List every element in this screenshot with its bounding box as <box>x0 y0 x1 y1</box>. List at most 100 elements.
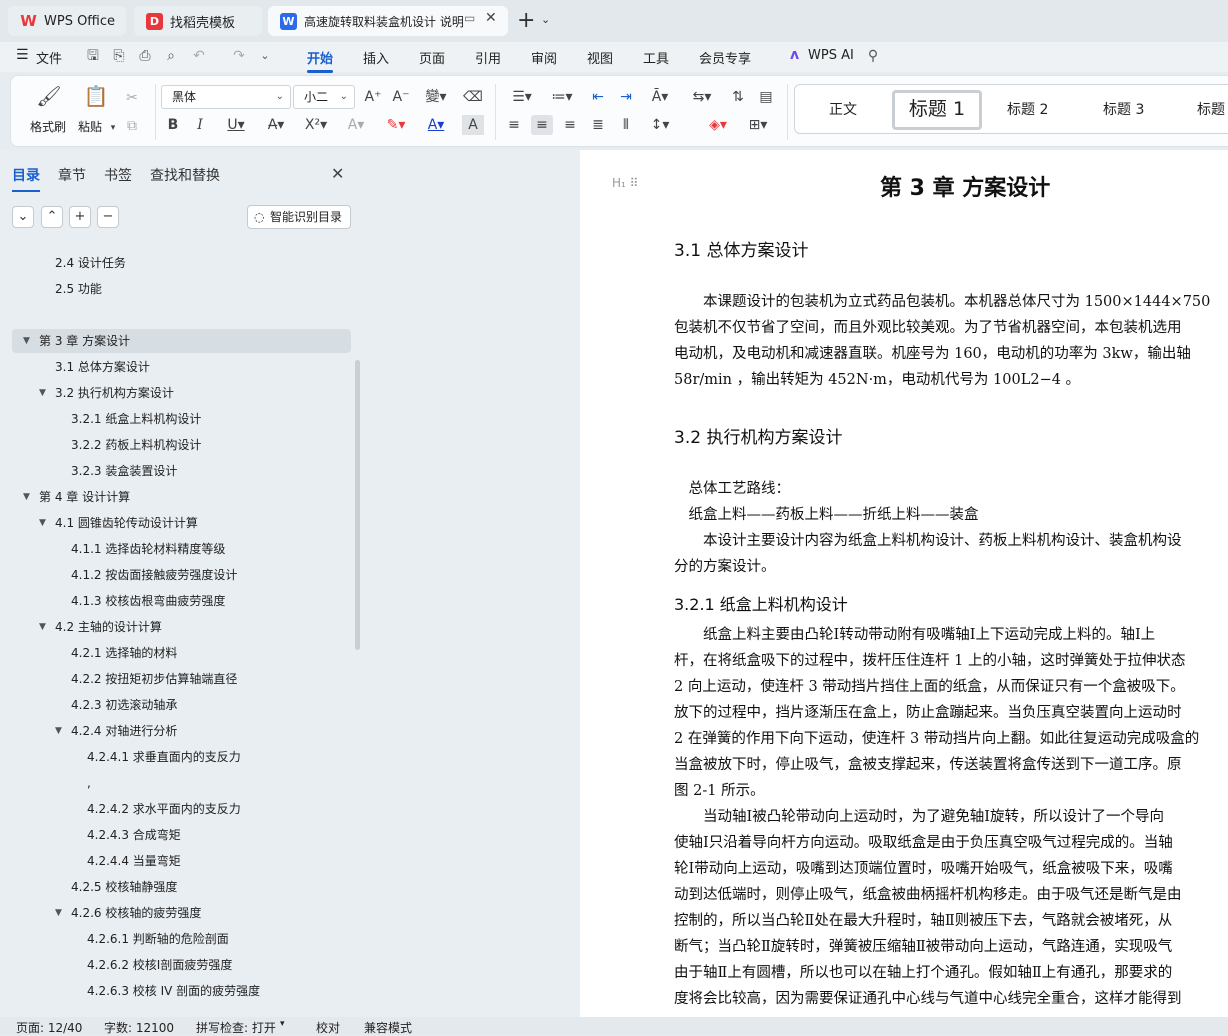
expand-arrow-icon[interactable]: ▼ <box>23 486 30 508</box>
nav-tab-find-replace[interactable]: 查找和替换 <box>150 165 220 185</box>
toc-item[interactable]: 4.1.3 校核齿根弯曲疲劳强度 <box>71 590 225 612</box>
toc-item[interactable]: ▼ 第 3 章 方案设计 <box>23 330 130 352</box>
remove-heading-icon[interactable]: − <box>97 206 119 228</box>
menu-member[interactable]: 会员专享 <box>699 48 751 67</box>
style-heading-2[interactable]: 标题 2 <box>1007 99 1048 119</box>
format-painter-button[interactable]: 格式刷 <box>30 118 66 135</box>
add-heading-icon[interactable]: + <box>69 206 91 228</box>
font-color-icon[interactable]: A▾ <box>421 115 451 135</box>
toc-item[interactable]: 2.5 功能 <box>55 278 102 300</box>
underline-icon[interactable]: U▾ <box>221 115 251 135</box>
font-family-select[interactable]: 黑体 ⌄ <box>161 85 291 109</box>
redo-icon[interactable]: ↷ <box>230 47 248 65</box>
smart-toc-button[interactable]: ◌ 智能识别目录 <box>247 205 351 229</box>
nav-tab-bookmarks[interactable]: 书签 <box>104 165 132 185</box>
italic-icon[interactable]: I <box>189 115 211 135</box>
expand-arrow-icon[interactable]: ▼ <box>39 382 46 404</box>
paste-chevron-icon[interactable]: ▾ <box>107 118 119 138</box>
nav-tab-toc[interactable]: 目录 <box>12 165 40 192</box>
search-icon[interactable]: ⚲ <box>864 47 882 65</box>
toc-item[interactable]: 3.2.1 纸盒上料机构设计 <box>71 408 201 430</box>
toc-item[interactable]: ▼ 4.2.4 对轴进行分析 <box>55 720 177 742</box>
toc-item[interactable]: 4.2.6.3 校核 IV 剖面的疲劳强度 <box>87 980 260 1002</box>
toc-item[interactable]: 2.4 设计任务 <box>55 252 126 274</box>
toc-item[interactable]: 4.2.6.1 判断轴的危险剖面 <box>87 928 229 950</box>
paste-icon[interactable]: 📋 <box>83 86 109 112</box>
toc-item[interactable]: ▼ 4.2.6 校核轴的疲劳强度 <box>55 902 201 924</box>
print-preview-icon[interactable]: ⌕ <box>162 47 180 65</box>
expand-arrow-icon[interactable]: ▼ <box>39 512 46 534</box>
undo-icon[interactable]: ↶ <box>190 47 208 65</box>
toc-item[interactable]: 4.2.1 选择轴的材料 <box>71 642 177 664</box>
text-direction-icon[interactable]: Ā▾ <box>645 87 675 107</box>
new-tab-icon[interactable]: + <box>517 8 535 33</box>
export-icon[interactable]: ⎘ <box>110 47 128 65</box>
tab-document[interactable]: W 高速旋转取料装盒机设计 说明 ▭ ✕ <box>268 6 508 36</box>
superscript-icon[interactable]: X²▾ <box>301 115 331 135</box>
char-shading-icon[interactable]: A <box>462 115 484 135</box>
style-normal[interactable]: 正文 <box>829 99 857 119</box>
toc-item[interactable]: 4.1.1 选择齿轮材料精度等级 <box>71 538 225 560</box>
cut-icon[interactable]: ✂ <box>121 88 143 108</box>
close-tab-icon[interactable]: ✕ <box>485 10 497 26</box>
align-left-icon[interactable]: ≡ <box>503 115 525 135</box>
phonetic-guide-icon[interactable]: 變▾ <box>421 87 451 107</box>
increase-indent-icon[interactable]: ⇥ <box>615 87 637 107</box>
hamburger-icon[interactable]: ☰ <box>16 47 29 63</box>
expand-arrow-icon[interactable]: ▼ <box>55 720 62 742</box>
paste-button[interactable]: 粘贴 <box>78 118 102 135</box>
text-effect-icon[interactable]: A▾ <box>341 115 371 135</box>
toc-item[interactable]: ▼ 4.2 主轴的设计计算 <box>39 616 162 638</box>
tab-list-chevron-icon[interactable]: ⌄ <box>541 13 550 26</box>
nav-scrollbar[interactable] <box>355 360 360 650</box>
grow-font-icon[interactable]: A⁺ <box>362 87 384 107</box>
font-size-select[interactable]: 小二 ⌄ <box>293 85 355 109</box>
tab-docer[interactable]: D 找稻壳模板 <box>134 6 262 36</box>
shrink-font-icon[interactable]: A⁻ <box>390 87 412 107</box>
numbering-icon[interactable]: ≔▾ <box>547 87 577 107</box>
proofread-button[interactable]: 校对 <box>316 1019 340 1036</box>
window-icon[interactable]: ▭ <box>464 11 475 25</box>
file-menu[interactable]: 文件 <box>36 48 62 67</box>
shading-icon[interactable]: ◈▾ <box>703 115 733 135</box>
toc-item[interactable]: 4.2.6.2 校核Ⅰ剖面疲劳强度 <box>87 954 232 976</box>
toc-item[interactable]: 4.1.2 按齿面接触疲劳强度设计 <box>71 564 237 586</box>
toc-item[interactable]: 3.1 总体方案设计 <box>55 356 150 378</box>
show-marks-icon[interactable]: ▤ <box>755 87 777 107</box>
align-center-icon[interactable]: ≡ <box>531 115 553 135</box>
style-heading-4[interactable]: 标题 <box>1197 99 1225 119</box>
sort-icon[interactable]: ⇅ <box>727 87 749 107</box>
toc-item[interactable]: ▼ 4.1 圆锥齿轮传动设计计算 <box>39 512 198 534</box>
menu-references[interactable]: 引用 <box>475 48 501 67</box>
expand-arrow-icon[interactable]: ▼ <box>23 330 30 352</box>
bold-icon[interactable]: B <box>162 115 184 135</box>
toc-item[interactable]: 3.2.2 药板上料机构设计 <box>71 434 201 456</box>
menu-insert[interactable]: 插入 <box>363 48 389 67</box>
collapse-icon[interactable]: ⌃ <box>41 206 63 228</box>
print-icon[interactable]: ⎙ <box>136 47 154 65</box>
toc-item[interactable]: 4.2.2 按扭矩初步估算轴端直径 <box>71 668 237 690</box>
borders-icon[interactable]: ⊞▾ <box>743 115 773 135</box>
toc-item[interactable]: 4.2.3 初选滚动轴承 <box>71 694 177 716</box>
toc-item[interactable]: ▼ 第 4 章 设计计算 <box>23 486 130 508</box>
align-right-icon[interactable]: ≡ <box>559 115 581 135</box>
nav-tab-sections[interactable]: 章节 <box>58 165 86 185</box>
distribute-icon[interactable]: ⫴ <box>615 115 637 135</box>
page-counter[interactable]: 页面: 12/40 <box>16 1019 82 1036</box>
toc-item[interactable]: , <box>87 772 91 794</box>
toc-item[interactable]: 4.2.4.1 求垂直面内的支反力 <box>87 746 241 768</box>
decrease-indent-icon[interactable]: ⇤ <box>587 87 609 107</box>
highlight-icon[interactable]: ✎▾ <box>381 115 411 135</box>
line-break-icon[interactable]: ⇆▾ <box>687 87 717 107</box>
close-pane-icon[interactable]: ✕ <box>331 164 344 183</box>
clear-format-icon[interactable]: ⌫ <box>462 87 484 107</box>
toc-item[interactable]: 3.2.3 装盒装置设计 <box>71 460 177 482</box>
toc-item[interactable]: 4.2.4.3 合成弯矩 <box>87 824 181 846</box>
spell-check-status[interactable]: 拼写检查: 打开 <box>196 1019 276 1036</box>
menu-home[interactable]: 开始 <box>307 48 334 73</box>
wps-ai-button[interactable]: WPS AI <box>808 48 854 63</box>
toc-item[interactable]: 4.2.4.2 求水平面内的支反力 <box>87 798 241 820</box>
style-heading-3[interactable]: 标题 3 <box>1103 99 1144 119</box>
menu-page[interactable]: 页面 <box>419 48 445 67</box>
strikethrough-icon[interactable]: A̶▾ <box>261 115 291 135</box>
